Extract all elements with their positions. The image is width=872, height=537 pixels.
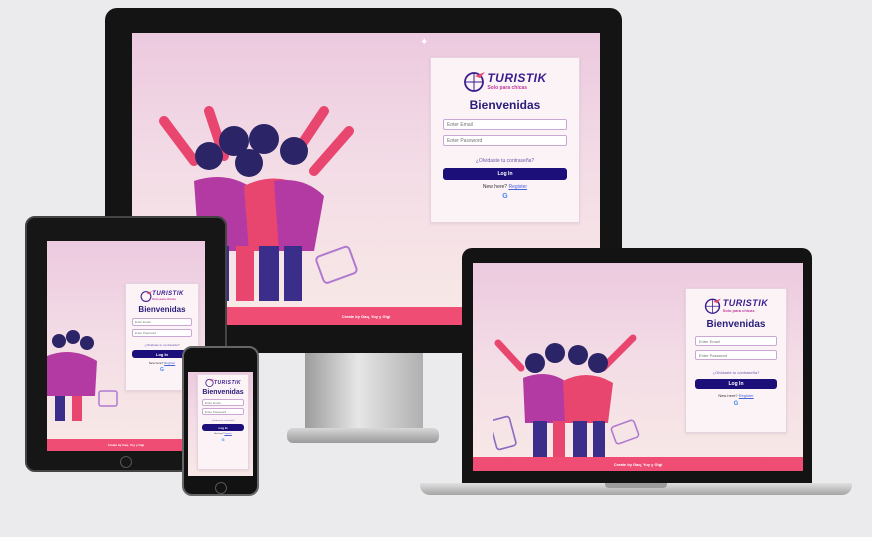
footer-bar: Create by Gaq, Yuy y Gigi — [473, 457, 803, 471]
brand-logo: TURISTIK Solo para chicas — [140, 290, 184, 302]
monitor-base — [287, 428, 439, 443]
forgot-password-link[interactable]: ¿Olvidaste tu contraseña? — [476, 158, 534, 164]
monitor-neck — [305, 353, 423, 431]
register-line: New here? Register — [214, 433, 232, 435]
sparkle-icon: ✦ — [420, 37, 429, 48]
new-here-text: New here? — [214, 433, 224, 435]
brand-name: TURISTIK — [213, 379, 242, 386]
login-button[interactable]: Log In — [695, 379, 777, 389]
login-card: TURISTIK Solo para chicas Bienvenidas ¿O… — [430, 57, 580, 223]
brand-tagline: Solo para chicas — [722, 308, 755, 313]
register-line: New here? Register — [718, 393, 753, 398]
password-field[interactable] — [202, 408, 244, 415]
login-card: TURISTIK Bienvenidas ¿Olvidaste tu contr… — [197, 374, 249, 470]
group-of-women-illustration — [493, 334, 640, 458]
email-field[interactable] — [695, 336, 777, 346]
password-field[interactable] — [132, 329, 192, 337]
phone-screen: TURISTIK Bienvenidas ¿Olvidaste tu contr… — [188, 372, 253, 476]
suitcase-icon — [315, 245, 358, 284]
globe-plane-logo-icon — [704, 298, 721, 314]
new-here-text: New here? — [482, 184, 508, 190]
login-button[interactable]: Log In — [202, 424, 244, 431]
phone-home-button[interactable] — [215, 482, 227, 494]
google-icon[interactable]: G — [160, 367, 164, 373]
forgot-password-link[interactable]: ¿Olvidaste tu contraseña? — [144, 343, 179, 347]
register-link[interactable]: Register — [508, 184, 527, 190]
brand-logo: TURISTIK — [205, 378, 241, 387]
register-link[interactable]: Register — [164, 361, 175, 365]
register-link[interactable]: Register — [224, 433, 231, 435]
brand-logo: TURISTIK Solo para chicas — [463, 70, 546, 92]
brand-logo: TURISTIK Solo para chicas — [704, 297, 769, 314]
forgot-password-link[interactable]: ¿Olvidaste tu contraseña? — [713, 370, 760, 375]
forgot-password-link[interactable]: ¿Olvidaste tu contraseña? — [211, 420, 234, 422]
footer-text: Create by Gaq, Yuy y Gigi — [613, 461, 663, 467]
brand-name: TURISTIK — [487, 71, 547, 85]
password-field[interactable] — [443, 135, 567, 146]
login-button[interactable]: Log In — [443, 168, 567, 180]
globe-plane-logo-icon — [205, 378, 214, 387]
email-field[interactable] — [202, 399, 244, 406]
google-icon[interactable]: G — [734, 401, 739, 407]
email-field[interactable] — [132, 318, 192, 326]
login-title: Bienvenidas — [202, 389, 244, 396]
footer-text: Create by Gaq, Yuy y Gigi — [341, 313, 391, 319]
register-line: New here? Register — [149, 361, 176, 365]
laptop: TURISTIK Solo para chicas Bienvenidas ¿O… — [420, 248, 852, 500]
email-field[interactable] — [443, 119, 567, 130]
laptop-notch — [605, 483, 667, 488]
globe-plane-logo-icon — [140, 291, 153, 302]
password-field[interactable] — [695, 350, 777, 360]
login-title: Bienvenidas — [138, 305, 186, 314]
register-line: New here? Register — [483, 184, 527, 190]
globe-plane-logo-icon — [464, 72, 486, 92]
new-here-text: New here? — [718, 393, 738, 398]
login-title: Bienvenidas — [469, 98, 541, 112]
footer-text: Create by Gaq, Yuy y Gigi — [107, 443, 145, 447]
brand-tagline: Solo para chicas — [487, 85, 528, 91]
login-title: Bienvenidas — [706, 319, 766, 330]
login-card: TURISTIK Solo para chicas Bienvenidas ¿O… — [685, 288, 787, 433]
google-icon[interactable]: G — [502, 193, 507, 200]
register-link[interactable]: Register — [739, 393, 754, 398]
brand-tagline: Solo para chicas — [152, 297, 176, 301]
phone: TURISTIK Bienvenidas ¿Olvidaste tu contr… — [182, 346, 259, 496]
tablet-home-button[interactable] — [120, 456, 132, 468]
google-icon[interactable]: G — [221, 437, 224, 442]
brand-name: TURISTIK — [722, 298, 769, 308]
new-here-text: New here? — [148, 361, 164, 365]
group-of-women-illustration — [47, 330, 118, 421]
laptop-screen: TURISTIK Solo para chicas Bienvenidas ¿O… — [473, 263, 803, 471]
